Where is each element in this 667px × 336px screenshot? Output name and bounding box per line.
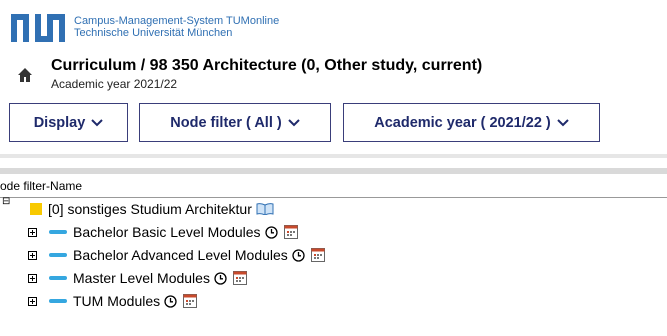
calendar-icon[interactable] (232, 271, 247, 285)
calendar-icon[interactable] (183, 294, 198, 308)
folder-icon (30, 203, 42, 215)
page-title: Curriculum / 98 350 Architecture (0, Oth… (51, 57, 483, 74)
tree-root-label[interactable]: [0] sonstiges Studium Architektur (48, 201, 252, 217)
calendar-icon[interactable] (310, 248, 325, 262)
tree-row-label[interactable]: TUM Modules (73, 293, 160, 309)
tree-row[interactable]: Bachelor Advanced Level Modules (28, 245, 325, 265)
expand-icon[interactable] (28, 296, 37, 306)
toolbar: Display Node filter ( All ) Academic yea… (0, 95, 667, 155)
clock-icon[interactable] (264, 225, 278, 239)
brand-subtitle: Technische Universität München (74, 27, 233, 39)
display-button-label: Display (33, 114, 86, 131)
divider (0, 154, 667, 158)
node-filter-button-label: Node filter ( All ) (170, 114, 282, 131)
home-icon[interactable] (17, 67, 33, 83)
tree-row-label[interactable]: Bachelor Basic Level Modules (73, 224, 261, 240)
module-bar-icon (49, 276, 67, 280)
module-bar-icon (49, 299, 67, 303)
expand-icon[interactable] (28, 227, 37, 237)
academic-year-button[interactable]: Academic year ( 2021/22 ) (343, 103, 600, 142)
module-bar-icon (49, 230, 67, 234)
tree-row[interactable]: Master Level Modules (28, 268, 247, 288)
expand-icon[interactable] (28, 250, 37, 260)
node-filter-button[interactable]: Node filter ( All ) (139, 103, 331, 142)
chevron-down-icon (557, 118, 569, 126)
app-header: Campus-Management-System TUMonline Techn… (0, 0, 667, 48)
tree-row[interactable]: Bachelor Basic Level Modules (28, 222, 298, 242)
module-bar-icon (49, 253, 67, 257)
clock-icon[interactable] (164, 294, 177, 308)
chevron-down-icon (91, 118, 104, 126)
page-subtitle: Academic year 2021/22 (51, 77, 178, 91)
expand-icon[interactable] (28, 273, 37, 283)
tree-row-label[interactable]: Bachelor Advanced Level Modules (73, 247, 288, 263)
tree-row-label[interactable]: Master Level Modules (73, 270, 210, 286)
clock-icon[interactable] (214, 271, 227, 285)
column-header-name[interactable]: ode filter-Name (0, 175, 667, 198)
divider (0, 168, 667, 174)
academic-year-button-label: Academic year ( 2021/22 ) (374, 114, 551, 131)
display-button[interactable]: Display (9, 103, 128, 142)
book-icon[interactable] (256, 203, 274, 215)
tree-root-toggle-icon[interactable]: ⊟ (2, 196, 10, 207)
calendar-icon[interactable] (283, 225, 298, 239)
chevron-down-icon (288, 118, 300, 126)
tum-logo[interactable] (11, 14, 65, 42)
brand-title: Campus-Management-System TUMonline (74, 15, 280, 27)
tree-root-row[interactable]: [0] sonstiges Studium Architektur (30, 199, 274, 219)
tree-row[interactable]: TUM Modules (28, 291, 198, 311)
clock-icon[interactable] (292, 248, 305, 262)
